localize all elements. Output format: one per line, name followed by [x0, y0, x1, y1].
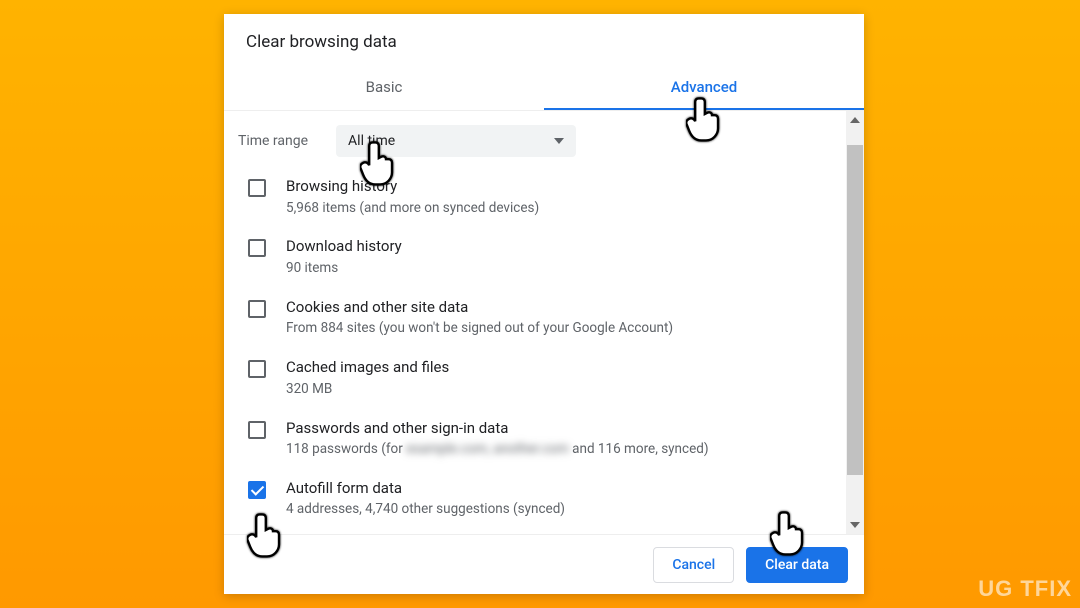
- dialog-footer: Cancel Clear data: [224, 534, 864, 594]
- list-item: Cached images and files 320 MB: [224, 348, 846, 408]
- item-title: Download history: [286, 237, 402, 257]
- checkbox-browsing-history[interactable]: [248, 179, 266, 197]
- checkbox-cookies[interactable]: [248, 300, 266, 318]
- item-subtitle: 4 addresses, 4,740 other suggestions (sy…: [286, 500, 565, 519]
- item-subtitle: 118 passwords (for example.com, another.…: [286, 440, 709, 459]
- item-title: Autofill form data: [286, 479, 565, 499]
- scroll-up-icon[interactable]: [846, 111, 864, 129]
- item-subtitle: 5,968 items (and more on synced devices): [286, 199, 539, 218]
- tab-basic[interactable]: Basic: [224, 66, 544, 110]
- scrollbar-thumb[interactable]: [847, 145, 863, 475]
- watermark: UG TFIX: [978, 576, 1072, 602]
- checkbox-passwords[interactable]: [248, 421, 266, 439]
- item-subtitle: 90 items: [286, 259, 402, 278]
- chevron-down-icon: [554, 138, 564, 144]
- list-item: Browsing history 5,968 items (and more o…: [224, 167, 846, 227]
- checkbox-download-history[interactable]: [248, 239, 266, 257]
- redacted-text: example.com, another.com: [406, 440, 569, 459]
- checkbox-autofill[interactable]: [248, 481, 266, 499]
- list-item: Cookies and other site data From 884 sit…: [224, 288, 846, 348]
- item-title: Passwords and other sign-in data: [286, 419, 709, 439]
- list-item: Autofill form data 4 addresses, 4,740 ot…: [224, 469, 846, 529]
- time-range-value: All time: [348, 133, 395, 149]
- item-title: Cached images and files: [286, 358, 449, 378]
- dialog-body: Time range All time Browsing history 5,9…: [224, 110, 864, 534]
- list-item: Download history 90 items: [224, 227, 846, 287]
- item-subtitle: From 884 sites (you won't be signed out …: [286, 319, 673, 338]
- checkbox-cached[interactable]: [248, 360, 266, 378]
- scrollbar[interactable]: [846, 111, 864, 534]
- time-range-select[interactable]: All time: [336, 125, 576, 157]
- dialog-title: Clear browsing data: [224, 14, 864, 66]
- item-title: Cookies and other site data: [286, 298, 673, 318]
- time-range-row: Time range All time: [224, 119, 846, 167]
- clear-browsing-data-dialog: Clear browsing data Basic Advanced Time …: [224, 14, 864, 594]
- time-range-label: Time range: [238, 133, 308, 149]
- tab-bar: Basic Advanced: [224, 66, 864, 110]
- item-title: Browsing history: [286, 177, 539, 197]
- clear-data-button[interactable]: Clear data: [746, 547, 848, 583]
- scroll-region[interactable]: Time range All time Browsing history 5,9…: [224, 111, 846, 534]
- cancel-button[interactable]: Cancel: [653, 547, 734, 583]
- tab-advanced[interactable]: Advanced: [544, 66, 864, 110]
- list-item: Passwords and other sign-in data 118 pas…: [224, 409, 846, 469]
- scroll-down-icon[interactable]: [846, 516, 864, 534]
- item-subtitle: 320 MB: [286, 380, 449, 399]
